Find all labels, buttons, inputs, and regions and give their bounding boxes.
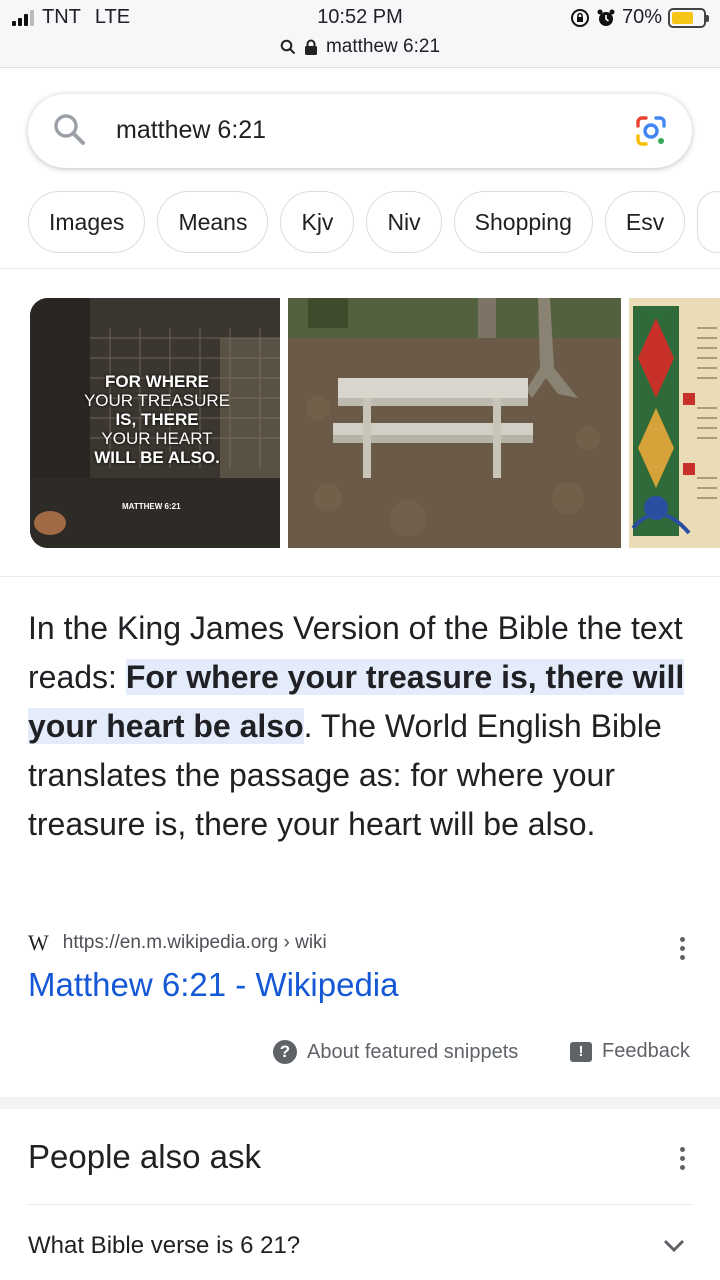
result-more-options-icon[interactable] — [672, 937, 692, 960]
search-box[interactable]: matthew 6:21 — [28, 94, 692, 168]
address-text: matthew 6:21 — [325, 36, 441, 57]
chip-esv[interactable]: Esv — [604, 191, 686, 253]
section-separator — [0, 1097, 720, 1109]
wikipedia-logo-icon: W — [28, 930, 49, 955]
divider — [0, 576, 720, 577]
battery-icon — [668, 7, 709, 28]
source-path: › wiki — [283, 932, 327, 953]
feedback-link[interactable]: ! Feedback — [570, 1040, 690, 1063]
chip-means[interactable]: Means — [157, 191, 269, 253]
feedback-label: Feedback — [602, 1040, 690, 1062]
result-source[interactable]: W https://en.m.wikipedia.org › wiki — [28, 930, 327, 956]
address-bar[interactable]: matthew 6:21 — [0, 36, 720, 58]
battery-percent: 70% — [621, 6, 662, 28]
chip-shopping[interactable]: Shopping — [453, 191, 593, 253]
quote-line: WILL BE ALSO. — [94, 448, 220, 467]
quote-line: FOR WHERE — [105, 372, 209, 391]
status-bar: TNT LTE 10:52 PM matthew 6:21 70% — [0, 0, 720, 68]
people-also-ask-title: People also ask — [28, 1138, 261, 1175]
featured-snippet-text: In the King James Version of the Bible t… — [28, 604, 692, 849]
alarm-icon — [597, 9, 615, 26]
quote-line: YOUR TREASURE — [83, 391, 231, 410]
search-icon[interactable] — [52, 112, 88, 148]
divider — [0, 268, 720, 269]
bench-image — [288, 298, 621, 548]
quote-line: IS, THERE — [115, 410, 199, 429]
about-featured-snippets-label: About featured snippets — [307, 1040, 519, 1063]
help-icon: ? — [273, 1040, 297, 1064]
status-right: 70% — [570, 6, 709, 29]
quote-line: YOUR HEART — [101, 429, 213, 448]
orientation-lock-icon — [570, 8, 589, 27]
image-overlay-text: FOR WHERE YOUR TREASURE IS, THERE YOUR H… — [82, 372, 232, 467]
chip-kjv[interactable]: Kjv — [280, 191, 355, 253]
chip-images[interactable]: Images — [28, 191, 146, 253]
image-result-bench[interactable] — [288, 298, 621, 548]
chip-more[interactable] — [697, 191, 720, 253]
image-result-manuscript[interactable] — [629, 298, 720, 548]
google-lens-icon[interactable] — [634, 114, 668, 148]
filter-chips: Images Means Kjv Niv Shopping Esv — [28, 191, 720, 253]
feedback-icon: ! — [570, 1041, 592, 1062]
image-result-verse-quote[interactable]: FOR WHERE YOUR TREASURE IS, THERE YOUR H… — [30, 298, 280, 548]
lock-icon — [304, 39, 317, 55]
divider — [28, 1204, 692, 1205]
result-title-link[interactable]: Matthew 6:21 - Wikipedia — [28, 966, 399, 1004]
about-featured-snippets-link[interactable]: ? About featured snippets — [273, 1040, 518, 1064]
paa-more-options-icon[interactable] — [672, 1147, 692, 1170]
chip-niv[interactable]: Niv — [366, 191, 442, 253]
manuscript-image — [629, 298, 720, 548]
search-input[interactable]: matthew 6:21 — [116, 116, 266, 145]
source-url: https://en.m.wikipedia.org — [62, 932, 279, 953]
paa-question[interactable]: What Bible verse is 6 21? — [28, 1232, 300, 1260]
chevron-down-icon[interactable] — [662, 1238, 686, 1254]
image-caption: MATTHEW 6:21 — [122, 502, 181, 511]
search-icon — [280, 39, 296, 55]
